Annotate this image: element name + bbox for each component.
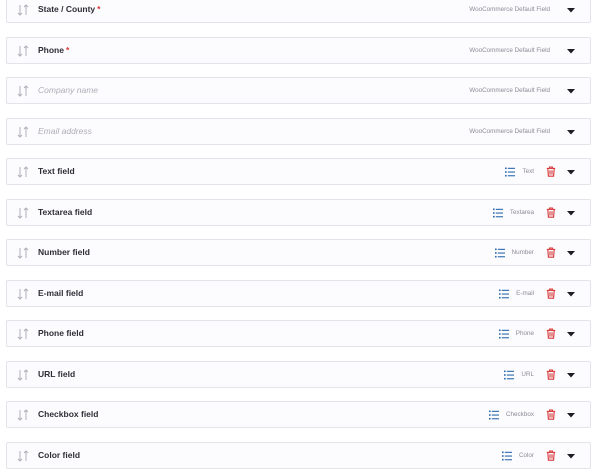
field-label: Phone * <box>38 38 69 63</box>
caret-down-icon[interactable] <box>556 248 576 258</box>
list-icon <box>494 248 505 258</box>
field-row[interactable]: Number field Number <box>6 239 591 266</box>
field-label-text: Text field <box>38 166 75 176</box>
field-actions: WooCommerce Default Field <box>469 0 576 22</box>
field-row[interactable]: State / County * WooCommerce Default Field <box>6 0 591 23</box>
trash-icon[interactable] <box>534 207 556 218</box>
field-type-label: WooCommerce Default Field <box>469 6 550 13</box>
trash-icon[interactable] <box>534 328 556 339</box>
caret-down-icon[interactable] <box>550 46 576 56</box>
field-type-label: E-mail <box>516 290 534 297</box>
field-label-text: Phone field <box>38 328 84 338</box>
field-row[interactable]: Phone field Phone <box>6 320 591 347</box>
list-icon <box>492 208 503 218</box>
list-icon <box>505 167 516 177</box>
field-label-text: Checkbox field <box>38 409 99 419</box>
field-label-text: E-mail field <box>38 288 84 298</box>
field-label: Text field <box>38 159 75 184</box>
caret-down-icon[interactable] <box>556 208 576 218</box>
field-type-label: WooCommerce Default Field <box>469 87 550 94</box>
field-row[interactable]: Text field Text <box>6 158 591 185</box>
field-actions: URL <box>504 362 576 387</box>
caret-down-icon[interactable] <box>556 329 576 339</box>
caret-down-icon[interactable] <box>550 127 576 137</box>
field-row[interactable]: Checkbox field Checkbox <box>6 401 591 428</box>
field-row[interactable]: E-mail field E-mail <box>6 280 591 307</box>
field-label: State / County * <box>38 0 100 22</box>
field-label: Company name <box>38 78 98 103</box>
field-label: Phone field <box>38 321 84 346</box>
checkout-fields-list: State / County * WooCommerce Default Field… <box>0 0 600 469</box>
field-row[interactable]: Phone * WooCommerce Default Field <box>6 37 591 64</box>
field-type-label: Phone <box>515 330 534 337</box>
field-row[interactable]: Textarea field Textarea <box>6 199 591 226</box>
caret-down-icon[interactable] <box>556 289 576 299</box>
field-label: Number field <box>38 240 90 265</box>
caret-down-icon[interactable] <box>556 370 576 380</box>
field-label-text: Email address <box>38 126 92 136</box>
field-actions: Checkbox <box>488 402 576 427</box>
field-label: Textarea field <box>38 200 92 225</box>
field-type-label: WooCommerce Default Field <box>469 47 550 54</box>
caret-down-icon[interactable] <box>550 5 576 15</box>
list-icon <box>499 289 510 299</box>
field-label-text: Textarea field <box>38 207 93 217</box>
field-type-label: Textarea <box>509 209 534 216</box>
field-actions: Text <box>505 159 576 184</box>
field-actions: Number <box>494 240 576 265</box>
field-label-text: Color field <box>38 450 81 460</box>
field-type-label: Number <box>511 249 534 256</box>
field-type-label: Text <box>522 168 534 175</box>
field-label: URL field <box>38 362 75 387</box>
field-actions: E-mail <box>499 281 576 306</box>
caret-down-icon[interactable] <box>556 167 576 177</box>
trash-icon[interactable] <box>534 409 556 420</box>
trash-icon[interactable] <box>534 247 556 258</box>
field-actions: WooCommerce Default Field <box>469 119 576 144</box>
field-label-text: Phone <box>38 45 64 55</box>
caret-down-icon[interactable] <box>556 410 576 420</box>
field-label-text: State / County <box>38 4 96 14</box>
field-type-label: Checkbox <box>505 411 534 418</box>
field-row[interactable]: Email address WooCommerce Default Field <box>6 118 591 145</box>
caret-down-icon[interactable] <box>550 86 576 96</box>
field-label-text: Number field <box>38 247 90 257</box>
field-label: Email address <box>38 119 92 144</box>
trash-icon[interactable] <box>534 369 556 380</box>
list-icon <box>498 329 509 339</box>
list-icon <box>488 410 499 420</box>
required-marker: * <box>97 4 101 14</box>
field-label: E-mail field <box>38 281 83 306</box>
required-marker: * <box>65 45 70 55</box>
list-icon <box>504 370 515 380</box>
field-type-label: URL <box>521 371 534 378</box>
field-label: Checkbox field <box>38 402 98 427</box>
field-type-label: WooCommerce Default Field <box>469 128 550 135</box>
field-actions: WooCommerce Default Field <box>469 38 576 63</box>
field-row[interactable]: URL field URL <box>6 361 591 388</box>
trash-icon[interactable] <box>534 288 556 299</box>
field-label-text: Company name <box>38 85 99 95</box>
field-actions: Textarea <box>492 200 576 225</box>
field-actions: WooCommerce Default Field <box>469 78 576 103</box>
trash-icon[interactable] <box>534 166 556 177</box>
field-label-text: URL field <box>38 369 76 379</box>
field-row[interactable]: Company name WooCommerce Default Field <box>6 77 591 104</box>
field-actions: Phone <box>498 321 576 346</box>
